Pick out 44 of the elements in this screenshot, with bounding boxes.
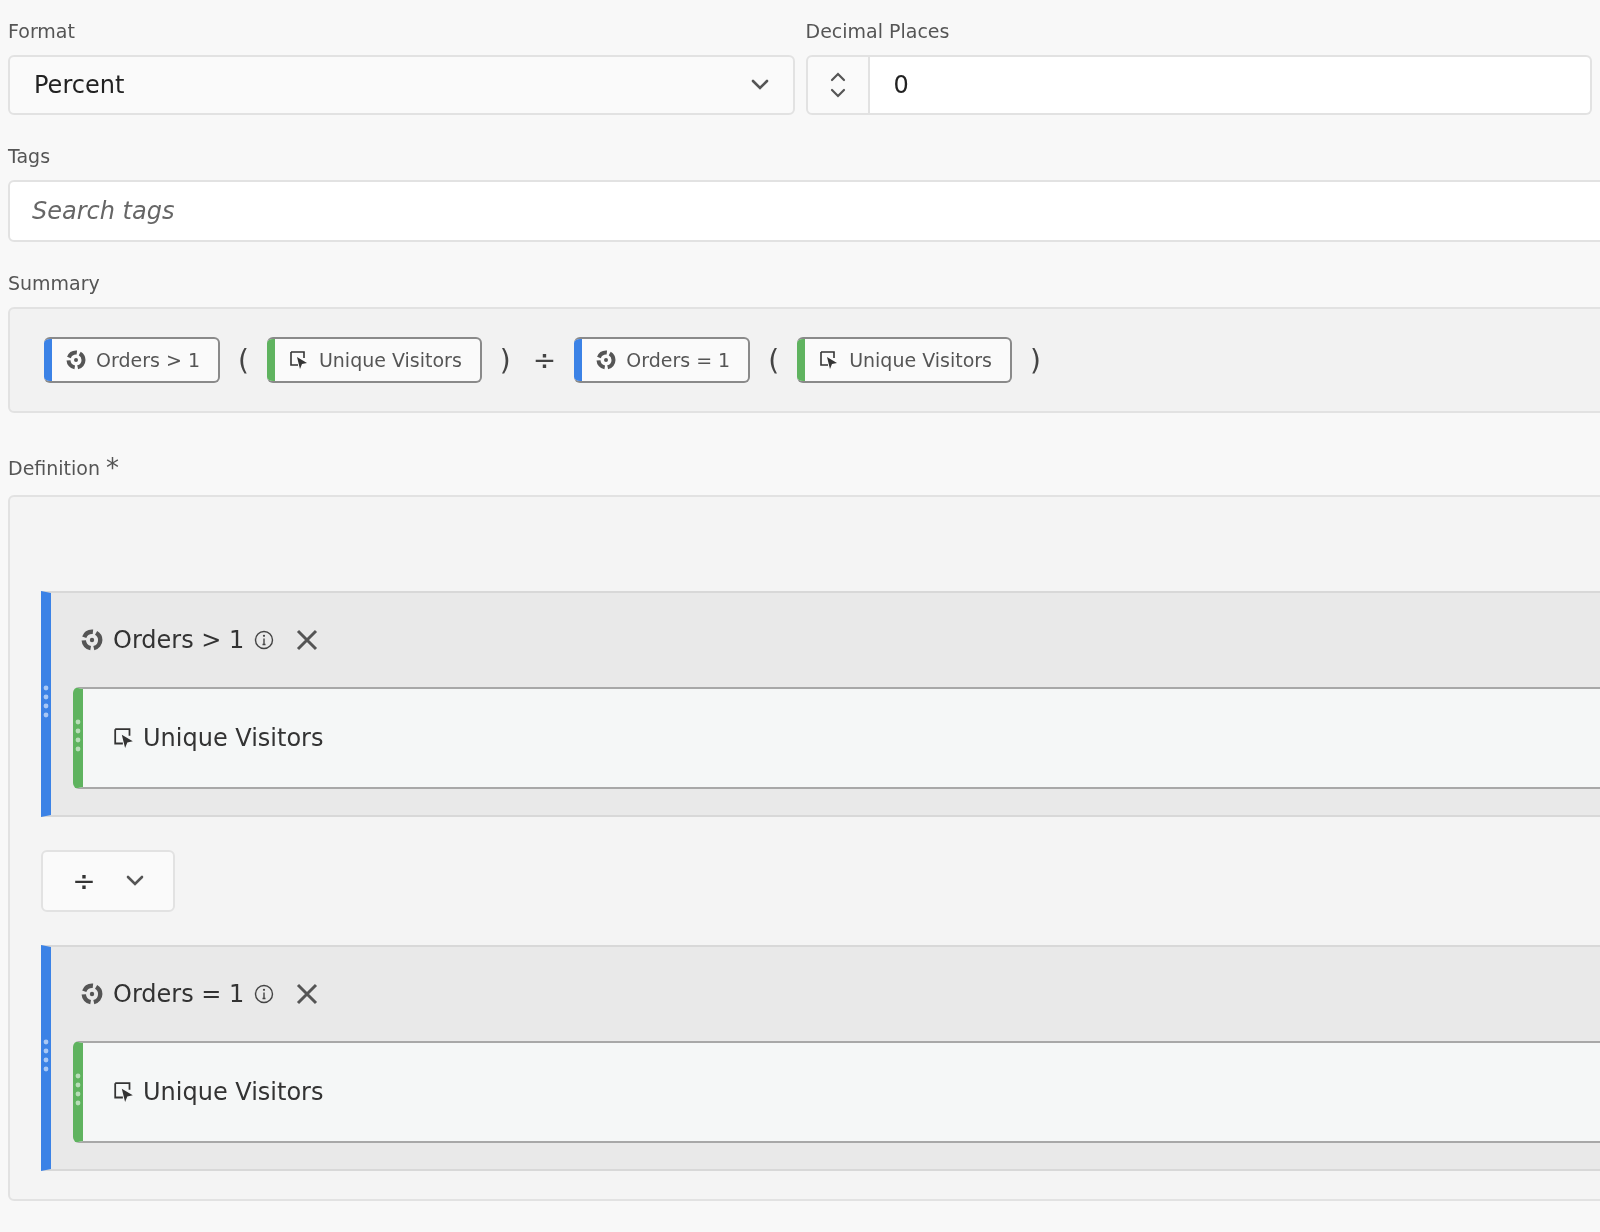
summary-symbol: ÷ <box>531 343 558 377</box>
operator-dropdown[interactable]: ÷ <box>41 850 175 912</box>
segment-chip[interactable]: Orders = 1 <box>574 337 751 383</box>
field-label: Definition <box>8 457 100 479</box>
metric-chip[interactable]: Unique Visitors <box>797 337 1013 383</box>
search-tags-field[interactable]: Search tags <box>8 180 1600 242</box>
field-label: Summary <box>8 272 100 294</box>
metric-name: Unique Visitors <box>143 724 324 752</box>
close-button[interactable] <box>296 629 319 651</box>
segment-chip[interactable]: Orders > 1 <box>44 337 220 383</box>
info-icon <box>254 630 275 650</box>
drag-handle-icon <box>43 1039 49 1073</box>
drag-handle-icon <box>75 719 81 753</box>
summary-symbol: ) <box>1029 343 1042 377</box>
cursor-icon <box>288 350 309 370</box>
required-mark: * <box>106 453 119 483</box>
summary-symbol: ) <box>498 343 512 377</box>
cursor-icon <box>113 727 135 749</box>
close-icon <box>296 629 319 651</box>
chevron-down-icon <box>750 79 769 91</box>
close-icon <box>296 983 319 1005</box>
metric-chip[interactable]: Unique Visitors <box>266 337 482 383</box>
summary-symbol: ( <box>237 343 250 377</box>
close-button[interactable] <box>296 983 319 1005</box>
decimal-places-input[interactable]: 0 <box>869 55 1592 115</box>
summary-symbol: ( <box>767 343 781 377</box>
field-label: Format <box>8 20 76 42</box>
metric-name: Unique Visitors <box>143 1078 324 1106</box>
segment-icon <box>596 350 617 370</box>
cursor-icon <box>113 1081 135 1103</box>
format-dropdown[interactable]: Percent <box>8 55 795 115</box>
segment-icon <box>66 350 86 370</box>
stepper-arrows-icon <box>828 70 847 100</box>
segment-icon <box>81 629 103 651</box>
field-label: Tags <box>8 145 51 167</box>
info-icon <box>254 984 275 1004</box>
container-title: Orders = 1 <box>113 980 245 1008</box>
container-title: Orders > 1 <box>113 626 245 654</box>
drag-handle-icon <box>43 685 49 719</box>
segment-icon <box>81 983 103 1005</box>
stepper-button[interactable] <box>805 55 870 115</box>
drag-handle-icon <box>75 1073 81 1107</box>
field-label: Decimal Places <box>805 20 951 42</box>
chevron-down-icon <box>125 875 144 887</box>
